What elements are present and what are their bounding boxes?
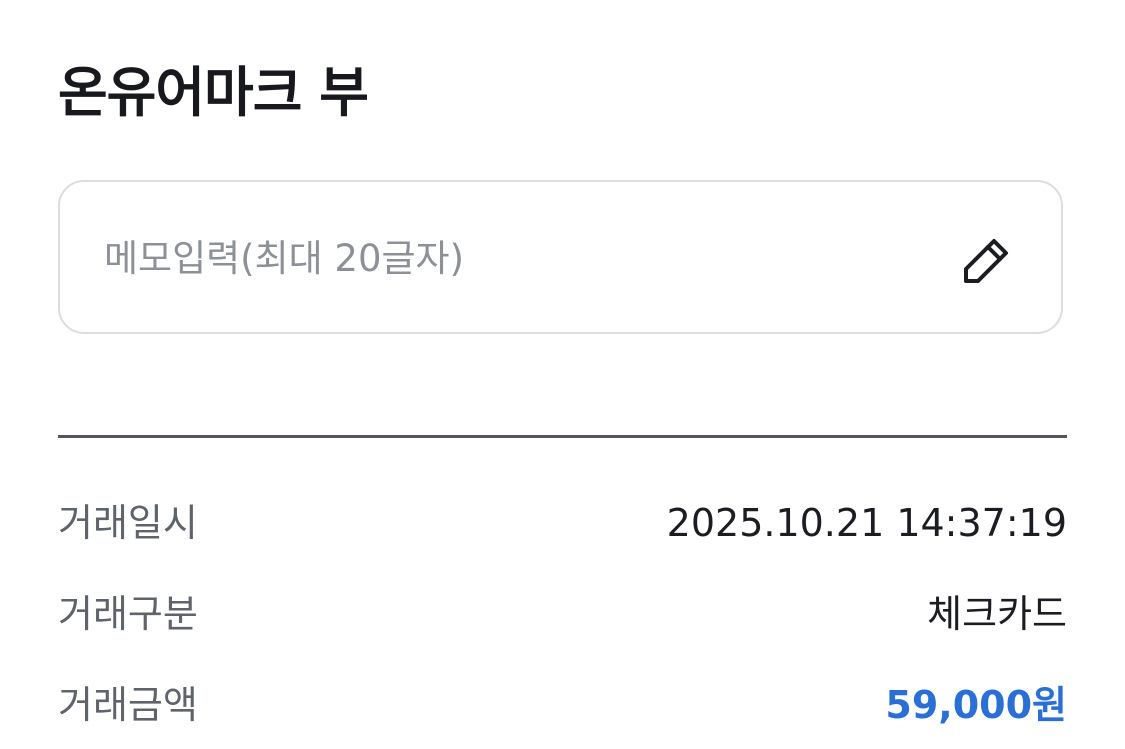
type-value: 체크카드 (927, 592, 1067, 636)
page-title: 온유어마크 부 (58, 61, 369, 124)
amount-value: 59,000원 (885, 683, 1067, 727)
detail-row-amount: 거래금액 59,000원 (58, 675, 1067, 735)
type-label: 거래구분 (58, 592, 198, 636)
section-divider (58, 435, 1067, 438)
transaction-detail-page: 온유어마크 부 거래일시 2025.10.21 14:37:19 거래구분 체크… (0, 0, 1125, 749)
datetime-value: 2025.10.21 14:37:19 (666, 501, 1067, 545)
detail-row-datetime: 거래일시 2025.10.21 14:37:19 (58, 493, 1067, 553)
pencil-icon[interactable] (958, 233, 1014, 289)
datetime-label: 거래일시 (58, 501, 198, 545)
memo-box[interactable] (58, 180, 1063, 334)
detail-row-type: 거래구분 체크카드 (58, 584, 1067, 644)
amount-label: 거래금액 (58, 683, 198, 727)
memo-input[interactable] (104, 226, 924, 290)
